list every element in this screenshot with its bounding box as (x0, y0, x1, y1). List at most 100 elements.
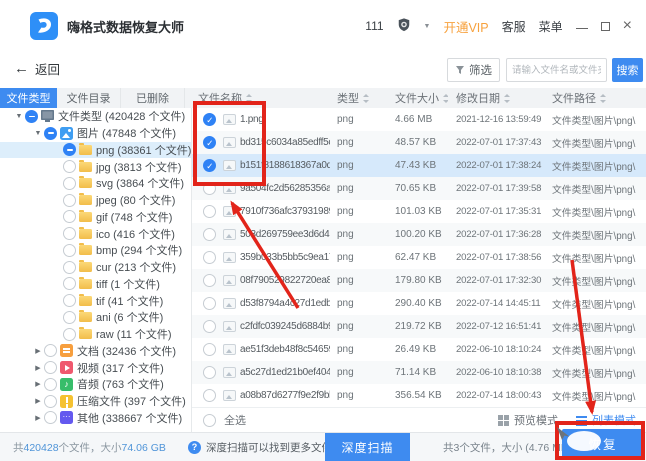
tree-item-图片[interactable]: ▼ 图片 (47848 个文件) (0, 125, 191, 142)
file-row[interactable]: bd315c6034a85edff5c41... png 48.57 KB 2022-… (192, 131, 646, 154)
column-header[interactable]: 文件名称 (192, 90, 330, 106)
tree-checkbox[interactable] (63, 243, 76, 257)
column-header[interactable]: 类型 (330, 90, 388, 106)
file-row[interactable]: ae51f3deb48f8c5465921... png 26.49 KB 2022-… (192, 338, 646, 361)
file-row[interactable]: 08f790529822720ea809... png 179.80 KB 2022-… (192, 269, 646, 292)
vip-button[interactable]: 开通VIP (443, 17, 488, 36)
tree-item-视频[interactable]: ▶ 视频 (317 个文件) (0, 359, 191, 376)
file-row[interactable]: 7910f736afc3793198959... png 101.03 KB 2022… (192, 200, 646, 223)
tree-checkbox[interactable] (63, 310, 76, 324)
tree-checkbox[interactable] (44, 377, 57, 391)
list-mode-button[interactable]: 列表模式 (576, 412, 636, 428)
deep-scan-button[interactable]: 深度扫描 (325, 433, 410, 461)
customer-service-button[interactable]: 客服 (502, 18, 526, 35)
tree-item-jpeg[interactable]: jpeg (80 个文件) (0, 192, 191, 209)
filter-button[interactable]: 筛选 (447, 58, 500, 82)
file-row[interactable]: 359b033b5bb5c9ea1756... png 62.47 KB 2022-0… (192, 246, 646, 269)
tab-deleted[interactable]: 已删除 (121, 88, 185, 108)
file-checkbox[interactable] (203, 343, 216, 356)
search-input[interactable] (506, 58, 607, 82)
tree-item-其他[interactable]: ▶ 其他 (338667 个文件) (0, 410, 191, 427)
maximize-button[interactable] (600, 21, 610, 31)
file-row[interactable]: b151f8188618367a0d3d... png 47.43 KB 2022-0… (192, 154, 646, 177)
back-button[interactable]: ← 返回 (14, 59, 60, 78)
file-row[interactable]: a08b87d6277f9e2f9bb8... png 356.54 KB 2022-… (192, 384, 646, 407)
file-checkbox[interactable] (203, 366, 216, 379)
tree-item-bmp[interactable]: bmp (294 个文件) (0, 242, 191, 259)
menu-button[interactable]: 菜单 (539, 18, 563, 35)
tree-checkbox[interactable] (25, 109, 38, 123)
file-row[interactable]: c2fdfc039245d6884b95... png 219.72 KB 2022-… (192, 315, 646, 338)
file-row[interactable]: 9a504fc2d56285356ab7... png 70.65 KB 2022-0… (192, 177, 646, 200)
tree-checkbox[interactable] (63, 160, 76, 174)
file-row[interactable]: a5c27d1ed21b0ef40446... png 71.14 KB 2022-0… (192, 361, 646, 384)
tree-checkbox[interactable] (63, 260, 76, 274)
tree-item-gif[interactable]: gif (748 个文件) (0, 209, 191, 226)
file-row[interactable]: 1.png png 4.66 MB 2021-12-16 13:59:49 文件类型\图… (192, 108, 646, 131)
expand-icon[interactable]: ▶ (32, 364, 44, 372)
file-checkbox[interactable] (203, 182, 216, 195)
file-checkbox[interactable] (203, 389, 216, 402)
expand-icon[interactable]: ▶ (32, 380, 44, 388)
expand-icon[interactable]: ▶ (32, 397, 44, 405)
tree-item-raw[interactable]: raw (11 个文件) (0, 326, 191, 343)
file-row[interactable]: 503d269759ee3d6d4185... png 100.20 KB 2022-… (192, 223, 646, 246)
tree-item-png[interactable]: png (38361 个文件) (0, 141, 191, 159)
column-header[interactable]: 文件大小 (388, 90, 448, 106)
tree-item-tif[interactable]: tif (41 个文件) (0, 292, 191, 309)
file-checkbox[interactable] (203, 297, 216, 310)
tab-file-directory[interactable]: 文件目录 (57, 88, 121, 108)
file-checkbox[interactable] (203, 205, 216, 218)
file-name: 08f790529822720ea809... (240, 275, 330, 286)
tree-checkbox[interactable] (44, 394, 57, 408)
file-row[interactable]: d53f8794a4c27d1edb76... png 290.40 KB 2022-… (192, 292, 646, 315)
tree-checkbox[interactable] (63, 176, 76, 190)
tree-item-ani[interactable]: ani (6 个文件) (0, 309, 191, 326)
search-button[interactable]: 搜索 (612, 58, 643, 82)
select-all-checkbox[interactable] (203, 413, 216, 427)
minimize-button[interactable] (575, 27, 588, 30)
collapse-icon[interactable]: ▼ (13, 113, 25, 120)
column-header[interactable]: 文件路径 (545, 90, 646, 106)
file-checkbox[interactable] (203, 274, 216, 287)
select-all-toggle[interactable]: 全选 (192, 412, 246, 428)
tree-item-tiff[interactable]: tiff (1 个文件) (0, 276, 191, 293)
tree-checkbox[interactable] (63, 277, 76, 291)
column-header[interactable]: 修改日期 (448, 90, 545, 106)
tree-checkbox[interactable] (63, 193, 76, 207)
tree-checkbox[interactable] (63, 327, 76, 341)
tree-checkbox[interactable] (63, 210, 76, 224)
tree-checkbox[interactable] (44, 411, 57, 425)
tree-checkbox[interactable] (44, 361, 57, 375)
tree-item-jpg[interactable]: jpg (3813 个文件) (0, 158, 191, 175)
tree-item-cur[interactable]: cur (213 个文件) (0, 259, 191, 276)
file-checkbox[interactable] (203, 136, 216, 149)
file-checkbox[interactable] (203, 113, 216, 126)
file-checkbox[interactable] (203, 320, 216, 333)
dropdown-caret-icon[interactable]: ▼ (424, 23, 431, 30)
file-checkbox[interactable] (203, 159, 216, 172)
file-checkbox[interactable] (203, 228, 216, 241)
tree-item-ico[interactable]: ico (416 个文件) (0, 225, 191, 242)
expand-icon[interactable]: ▶ (32, 347, 44, 355)
zip-icon (60, 394, 73, 408)
collapse-icon[interactable]: ▼ (32, 130, 44, 137)
tree-checkbox[interactable] (63, 227, 76, 241)
preview-mode-button[interactable]: 预览模式 (498, 412, 558, 428)
close-button[interactable]: × (623, 18, 632, 34)
file-checkbox[interactable] (203, 251, 216, 264)
tree-checkbox[interactable] (63, 143, 76, 157)
tree-checkbox[interactable] (63, 294, 76, 308)
tree-item-压缩文件[interactable]: ▶ 压缩文件 (397 个文件) (0, 393, 191, 410)
tab-file-type[interactable]: 文件类型 (0, 88, 57, 108)
tree-item-文件类型[interactable]: ▼ 文件类型 (420428 个文件) (0, 108, 191, 125)
tree-checkbox[interactable] (44, 344, 57, 358)
tree-item-文档[interactable]: ▶ 文档 (32436 个文件) (0, 343, 191, 360)
tree-checkbox[interactable] (44, 126, 57, 140)
recover-button[interactable]: 恢复 (562, 429, 644, 458)
tree-item-svg[interactable]: svg (3864 个文件) (0, 175, 191, 192)
expand-icon[interactable]: ▶ (32, 414, 44, 422)
file-path: 文件类型\图片\png\ (552, 368, 636, 380)
folder-icon (79, 209, 92, 222)
tree-item-音频[interactable]: ▶ 音频 (763 个文件) (0, 376, 191, 393)
